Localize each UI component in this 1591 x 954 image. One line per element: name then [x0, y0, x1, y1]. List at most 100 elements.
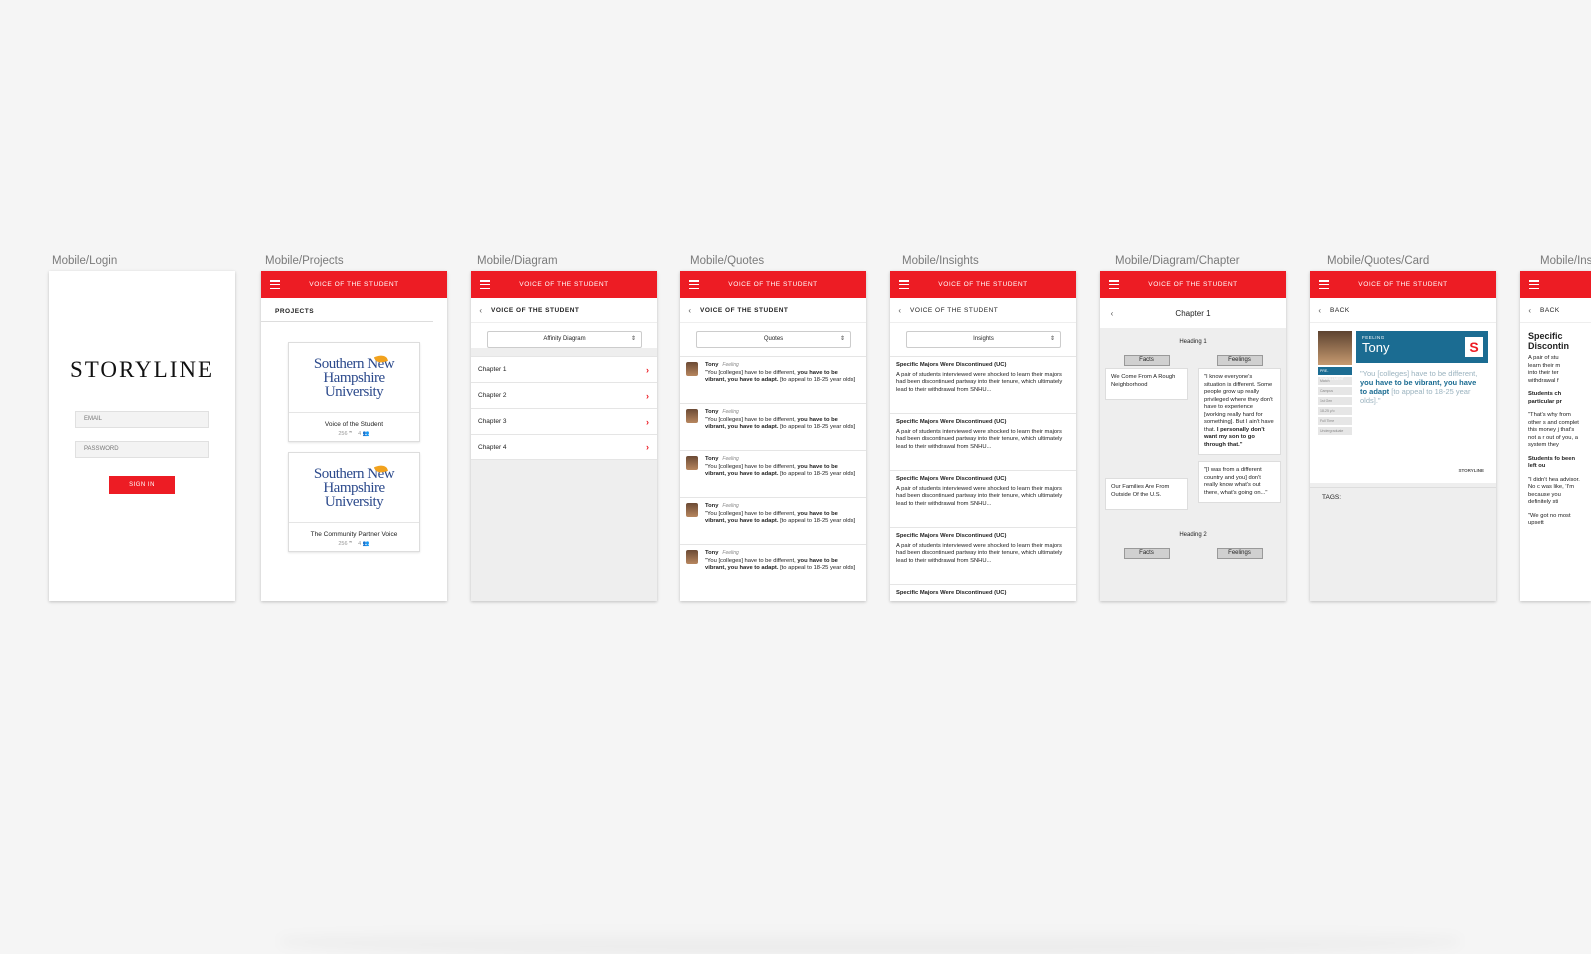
- facts-tag: Facts: [1123, 355, 1170, 366]
- chapter-item[interactable]: Chapter 1 ›: [471, 356, 657, 382]
- feelings-tag: Feelings: [1216, 355, 1263, 366]
- attribute-chip: Full Time: [1318, 417, 1352, 425]
- chevron-right-icon: ›: [646, 364, 649, 375]
- back-chevron-icon[interactable]: ‹: [1102, 309, 1122, 318]
- insight-title: Specific Majors Were Discontinued (UC): [896, 533, 1007, 539]
- chevron-right-icon: ›: [646, 442, 649, 452]
- menu-icon[interactable]: [1529, 280, 1539, 289]
- app-title: VOICE OF THE STUDENT: [728, 281, 818, 288]
- back-chevron-icon[interactable]: ‹: [1310, 306, 1330, 315]
- insight-list: Specific Majors Were Discontinued (UC) A …: [890, 356, 1076, 601]
- quote-text-suffix: [to appeal to 18-25 year olds]: [778, 424, 856, 430]
- insight-title: Specific Majors Were Discontinued (UC): [896, 590, 1007, 596]
- feeling-card[interactable]: "I know everyone's situation is differen…: [1198, 368, 1281, 455]
- quote-item[interactable]: Tony Feeling "You [colleges] have to be di…: [680, 356, 866, 403]
- avatar: [686, 550, 698, 564]
- feelings-column: Feelings "I know everyone's situation is…: [1198, 355, 1281, 516]
- chapter-item[interactable]: Chapter 2 ›: [471, 382, 657, 408]
- quote-text-suffix: [to appeal to 18-25 year olds]: [778, 565, 856, 571]
- facts-column: Facts We Come From A Rough Neighborhood …: [1105, 355, 1188, 516]
- quote-count: 256: [338, 431, 348, 437]
- quote-item[interactable]: Tony Feeling "You [colleges] have to be di…: [680, 403, 866, 450]
- chapter-item[interactable]: Chapter 3 ›: [471, 408, 657, 434]
- back-chevron-icon[interactable]: ‹: [1520, 306, 1540, 315]
- back-chevron-icon[interactable]: ‹: [680, 306, 700, 315]
- insight-item[interactable]: Specific Majors Were Discontinued (UC): [890, 584, 1076, 601]
- insight-detail-body: Specific Discontin A pair of stu learn t…: [1520, 323, 1591, 536]
- project-name: The Community Partner Voice: [310, 531, 398, 538]
- select-arrows-icon: ⇕: [839, 336, 845, 342]
- fact-card[interactable]: Our Families Are From Outside Of the U.S…: [1105, 478, 1188, 510]
- back-chevron-icon[interactable]: ‹: [890, 306, 910, 315]
- insight-item[interactable]: Specific Majors Were Discontinued (UC) A …: [890, 413, 1076, 470]
- detail-line: A pair of stu: [1528, 355, 1559, 361]
- view-select[interactable]: Affinity Diagram ⇕: [487, 331, 642, 348]
- fact-card[interactable]: We Come From A Rough Neighborhood: [1105, 368, 1188, 400]
- insight-item[interactable]: Specific Majors Were Discontinued (UC) A …: [890, 527, 1076, 584]
- attribute-chip: Campus: [1318, 387, 1352, 395]
- sign-in-button[interactable]: SIGN IN: [109, 476, 175, 494]
- feeling-text: "I know everyone's situation is differen…: [1204, 374, 1274, 433]
- quote-text-suffix: [to appeal to 18-25 year olds]: [778, 377, 856, 383]
- app-title: VOICE OF THE STUDENT: [938, 281, 1028, 288]
- frame-label-quotes: Mobile/Quotes: [690, 255, 765, 267]
- people-icon: 👥: [362, 541, 370, 547]
- quote-author: Tony: [705, 503, 719, 509]
- card-person-name: Tony: [1362, 340, 1390, 355]
- menu-icon[interactable]: [1109, 280, 1119, 289]
- menu-icon[interactable]: [1319, 280, 1329, 289]
- projects-heading: PROJECTS: [261, 298, 433, 322]
- email-field[interactable]: EMAIL: [75, 411, 209, 428]
- quote-author: Tony: [705, 550, 719, 556]
- quote-item[interactable]: Tony Feeling "You [colleges] have to be di…: [680, 544, 866, 591]
- detail-subheading: Students ch particular pr: [1528, 391, 1562, 405]
- project-card[interactable]: Southern New Hampshire University The Co…: [288, 452, 420, 552]
- insight-item[interactable]: Specific Majors Were Discontinued (UC) A …: [890, 356, 1076, 413]
- app-bar: VOICE OF THE STUDENT: [1100, 271, 1286, 298]
- insight-body: A pair of students interviewed were shoc…: [896, 485, 1063, 507]
- menu-icon[interactable]: [689, 280, 699, 289]
- menu-icon[interactable]: [270, 280, 280, 289]
- detail-line: into their ter: [1528, 370, 1559, 376]
- people-icon: 👥: [362, 431, 370, 437]
- project-card[interactable]: Southern New Hampshire University Voice …: [288, 342, 420, 442]
- menu-icon[interactable]: [480, 280, 490, 289]
- sub-header: ‹ VOICE OF THE STUDENT: [890, 298, 1076, 323]
- person-photo: [1318, 331, 1352, 365]
- quote-icon: ❞: [349, 431, 353, 437]
- frame-label-quotes-card: Mobile/Quotes/Card: [1327, 255, 1430, 267]
- app-bar: VOICE OF THE STUDENT: [471, 271, 657, 298]
- insight-title: Specific Majors Were Discontinued (UC): [896, 476, 1007, 482]
- app-bar: [1520, 271, 1591, 298]
- quote-item[interactable]: Tony Feeling "You [colleges] have to be di…: [680, 450, 866, 497]
- view-select[interactable]: Insights ⇕: [906, 331, 1061, 348]
- snhu-logo-text: Southern New Hampshire University: [313, 465, 395, 510]
- app-title: VOICE OF THE STUDENT: [1148, 281, 1238, 288]
- back-header[interactable]: ‹ BACK: [1520, 298, 1591, 323]
- menu-icon[interactable]: [899, 280, 909, 289]
- card-brand: STORYLINE: [1458, 468, 1484, 473]
- frame-label-projects: Mobile/Projects: [265, 255, 344, 267]
- chapter-item[interactable]: Chapter 4 ›: [471, 434, 657, 460]
- avatar: [686, 362, 698, 376]
- sub-title: VOICE OF THE STUDENT: [910, 306, 999, 314]
- select-arrows-icon: ⇕: [630, 336, 636, 342]
- back-label: BACK: [1540, 306, 1560, 314]
- quote-item[interactable]: Tony Feeling "You [colleges] have to be di…: [680, 497, 866, 544]
- password-field[interactable]: PASSWORD: [75, 441, 209, 458]
- artboard-diagram: VOICE OF THE STUDENT ‹ VOICE OF THE STUD…: [471, 271, 657, 601]
- chapter-list: Chapter 1 › Chapter 2 › Chapter 3 › Chapter…: [471, 356, 657, 460]
- view-select[interactable]: Quotes ⇕: [696, 331, 851, 348]
- back-header[interactable]: ‹ BACK: [1310, 298, 1496, 323]
- insight-item[interactable]: Specific Majors Were Discontinued (UC) A …: [890, 470, 1076, 527]
- artboard-projects: VOICE OF THE STUDENT PROJECTS Southern N…: [261, 271, 447, 601]
- view-select-value: Affinity Diagram: [543, 336, 586, 342]
- quote-tag: Feeling: [722, 456, 739, 462]
- insight-detail-heading: Specific Discontin: [1528, 331, 1570, 351]
- back-chevron-icon[interactable]: ‹: [471, 306, 491, 315]
- artboard-insight-detail: ‹ BACK Specific Discontin A pair of stu …: [1520, 271, 1591, 601]
- insight-title: Specific Majors Were Discontinued (UC): [896, 362, 1007, 368]
- quote-count: 256: [338, 541, 348, 547]
- facts-tag: Facts: [1123, 548, 1170, 559]
- feeling-card[interactable]: "[I was from a different country and you…: [1198, 461, 1281, 503]
